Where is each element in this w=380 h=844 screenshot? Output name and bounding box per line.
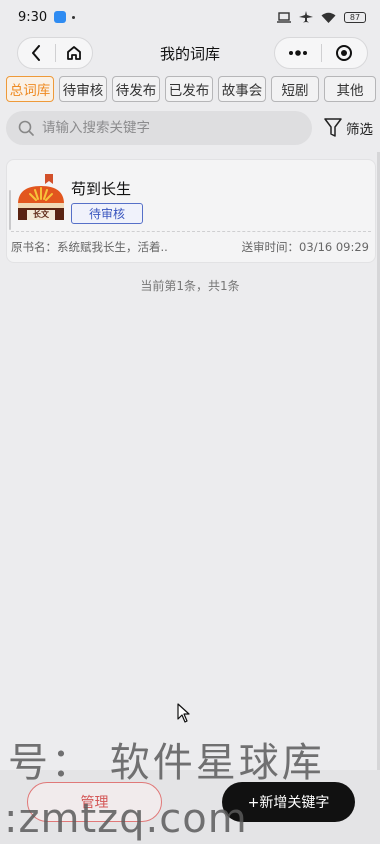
tab-other[interactable]: 其他 — [324, 76, 376, 102]
close-miniprogram-button[interactable] — [321, 37, 367, 69]
tab-story[interactable]: 故事会 — [218, 76, 266, 102]
tab-short-drama[interactable]: 短剧 — [271, 76, 319, 102]
status-badge: 待审核 — [71, 203, 143, 224]
nav-bar: 我的词库 — [0, 34, 380, 72]
target-close-icon — [336, 45, 353, 61]
card-accent-bar — [9, 190, 11, 230]
tab-published[interactable]: 已发布 — [165, 76, 213, 102]
tab-pending-review[interactable]: 待审核 — [59, 76, 107, 102]
card-meta: 原书名：系统赋我长生，活着.. 送审时间：03/16 09:29 — [11, 239, 369, 255]
mouse-cursor-icon — [177, 703, 190, 723]
submit-time: 送审时间：03/16 09:29 — [241, 240, 369, 254]
status-time: 9:30 — [18, 9, 48, 25]
tab-pending-publish[interactable]: 待发布 — [112, 76, 160, 102]
laptop-icon — [277, 11, 291, 23]
original-title: 原书名：系统赋我长生，活着.. — [11, 240, 168, 254]
list-item[interactable]: 长文 苟到长生 待审核 原书名：系统赋我长生，活着.. 送审时间：03/16 0… — [6, 159, 376, 263]
book-cover-icon: 长文 — [17, 174, 65, 222]
status-bar: 9:30 87 — [0, 0, 380, 34]
category-tabs: 总词库 待审核 待发布 已发布 故事会 短剧 其他 — [6, 76, 378, 102]
search-icon — [18, 120, 34, 136]
battery-icon: 87 — [344, 11, 366, 23]
search-input[interactable] — [42, 120, 292, 136]
tab-all[interactable]: 总词库 — [6, 76, 54, 102]
card-divider — [11, 231, 371, 232]
app-notification-icon — [54, 11, 67, 23]
status-icons: 87 — [277, 11, 366, 23]
more-dots-icon — [288, 50, 307, 56]
filter-icon — [324, 118, 342, 137]
watermark-url: :zmtzq.com — [4, 796, 248, 842]
nav-right-capsule — [274, 37, 368, 69]
filter-button[interactable]: 筛选 — [324, 118, 373, 138]
wifi-icon — [321, 12, 336, 23]
search-box[interactable] — [6, 111, 312, 145]
filter-label: 筛选 — [346, 122, 373, 138]
item-title: 苟到长生 — [71, 180, 132, 198]
watermark-text: 号： 软件星球库 — [8, 740, 325, 786]
notification-dot-icon — [72, 15, 76, 19]
screen: 9:30 87 我的词库 总词库 待审核 待发布 已发布 故事会 短剧 其他 请… — [0, 0, 380, 844]
more-button[interactable] — [275, 37, 321, 69]
search-row: 筛选 — [6, 111, 376, 145]
battery-level: 87 — [349, 12, 361, 22]
cover-tag: 长文 — [33, 210, 49, 219]
pagination-info: 当前第1条，共1条 — [140, 279, 240, 293]
airplane-mode-icon — [299, 11, 313, 23]
